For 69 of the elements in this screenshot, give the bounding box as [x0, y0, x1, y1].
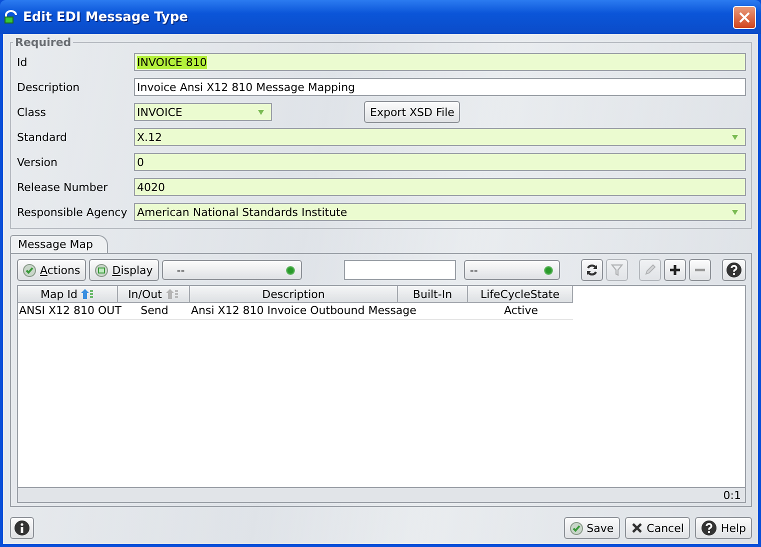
column-header[interactable]: Built-In — [398, 286, 468, 303]
table-cell: Send — [140, 304, 168, 317]
field-value: 4020 — [137, 180, 165, 194]
actions-button[interactable]: Actions — [17, 259, 86, 281]
help-button[interactable] — [722, 259, 746, 281]
field-label: Release Number — [16, 180, 109, 194]
close-button[interactable] — [733, 6, 756, 28]
field-label: Id — [16, 56, 28, 68]
column-header[interactable]: In/Out — [118, 286, 190, 303]
refresh-button[interactable] — [580, 259, 603, 281]
check-icon — [23, 264, 36, 276]
check-icon — [570, 522, 583, 534]
column-title: Description — [262, 288, 325, 300]
input-field[interactable]: INVOICE 810 — [134, 53, 746, 71]
field-value: INVOICE — [137, 106, 182, 118]
help-icon — [700, 520, 717, 536]
dropdown[interactable]: -- — [162, 260, 302, 280]
input-field[interactable]: 0 — [134, 153, 746, 171]
column-title: Built-In — [412, 288, 452, 300]
export-xsd-file-button[interactable]: Export XSD File — [364, 101, 460, 123]
display-button[interactable]: Display — [89, 259, 159, 281]
info-icon — [14, 520, 30, 536]
dropdown[interactable]: X.12 — [134, 128, 746, 146]
column-header[interactable]: Description — [190, 286, 398, 303]
close-icon — [739, 12, 750, 22]
add-icon — [668, 263, 682, 277]
table-cell: Active — [504, 304, 538, 317]
field-value: Invoice Ansi X12 810 Message Mapping — [137, 80, 356, 94]
table-cell: Ansi X12 810 Invoice Outbound Message — [191, 304, 416, 317]
add-button[interactable] — [664, 259, 686, 281]
column-title: LifeCycleState — [480, 288, 560, 300]
pencil-icon — [642, 263, 657, 277]
record-count: 0:1 — [723, 488, 741, 502]
column-title: In/Out — [128, 288, 162, 300]
field-label: Responsible Agency — [16, 206, 128, 218]
column-title: Map Id — [40, 288, 78, 300]
input-field[interactable] — [344, 260, 456, 280]
field-value: 0 — [137, 156, 144, 168]
cross-icon — [630, 522, 643, 534]
field-label: Description — [16, 80, 81, 94]
field-value: X.12 — [137, 130, 162, 144]
cancel-button[interactable]: Cancel — [624, 517, 690, 539]
refresh-icon — [584, 263, 599, 277]
save-button[interactable]: Save — [564, 517, 620, 539]
dropdown-arrow-icon — [732, 210, 738, 214]
help-icon — [726, 262, 742, 278]
column-header[interactable]: Map Id — [18, 286, 118, 303]
dropdown-arrow-icon — [732, 134, 738, 140]
field-value: American National Standards Institute — [137, 206, 348, 218]
window-title: Edit EDI Message Type — [23, 10, 189, 24]
dropdown-arrow-icon — [258, 110, 264, 114]
dropdown[interactable]: INVOICE — [134, 103, 272, 121]
dropdown[interactable]: American National Standards Institute — [134, 203, 746, 221]
field-label: Class — [16, 106, 47, 118]
tab[interactable]: Message Map — [10, 235, 108, 253]
filter-icon — [610, 263, 624, 277]
lock-icon — [3, 9, 19, 25]
help-button[interactable]: Help — [694, 517, 752, 539]
input-field[interactable]: Invoice Ansi X12 810 Message Mapping — [134, 78, 746, 96]
field-label: Version — [16, 156, 58, 168]
column-header[interactable]: LifeCycleState — [468, 286, 573, 303]
input-field[interactable]: 4020 — [134, 178, 746, 196]
field-value: INVOICE 810 — [137, 56, 207, 68]
info-button[interactable] — [10, 517, 34, 539]
field-label: Standard — [16, 130, 68, 144]
dropdown[interactable]: -- — [464, 260, 560, 280]
display-icon — [95, 264, 108, 276]
table-cell: ANSI X12 810 OUT — [19, 304, 122, 317]
group-title: Required — [14, 36, 72, 49]
